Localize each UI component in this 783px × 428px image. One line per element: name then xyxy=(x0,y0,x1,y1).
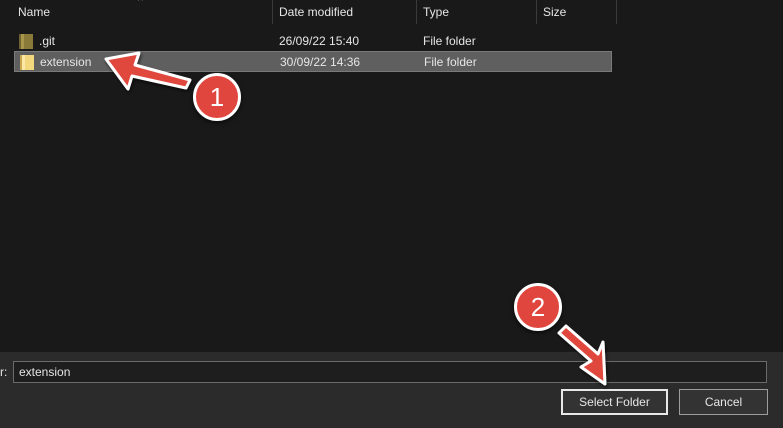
folder-field-label: r: xyxy=(0,365,8,379)
bottom-panel: r: extension Select Folder Cancel xyxy=(0,352,783,428)
column-header-size[interactable]: Size xyxy=(537,0,617,24)
step-1-badge: 1 xyxy=(193,73,241,121)
column-header-row: ^ Name Date modified Type Size xyxy=(0,0,783,24)
column-header-name[interactable]: Name xyxy=(12,0,273,24)
file-name: extension xyxy=(40,55,92,69)
file-type: File folder xyxy=(423,34,476,48)
cancel-button[interactable]: Cancel xyxy=(679,389,768,415)
file-type: File folder xyxy=(424,55,477,69)
file-date-modified: 30/09/22 14:36 xyxy=(280,55,361,69)
folder-name-input[interactable]: extension xyxy=(13,361,767,383)
step-2-badge: 2 xyxy=(514,283,562,331)
folder-icon xyxy=(20,55,34,70)
file-row-git[interactable]: .git 26/09/22 15:40 File folder xyxy=(14,31,612,52)
file-list: ^ Name Date modified Type Size .git 26/0… xyxy=(0,0,783,352)
file-date-modified: 26/09/22 15:40 xyxy=(279,34,360,48)
column-header-date-modified[interactable]: Date modified xyxy=(273,0,417,24)
column-header-type[interactable]: Type xyxy=(417,0,537,24)
file-row-extension[interactable]: extension 30/09/22 14:36 File folder xyxy=(14,51,612,72)
folder-icon xyxy=(19,34,33,49)
folder-picker-dialog: ^ Name Date modified Type Size .git 26/0… xyxy=(0,0,783,428)
file-name: .git xyxy=(39,34,56,48)
select-folder-button[interactable]: Select Folder xyxy=(561,389,668,415)
